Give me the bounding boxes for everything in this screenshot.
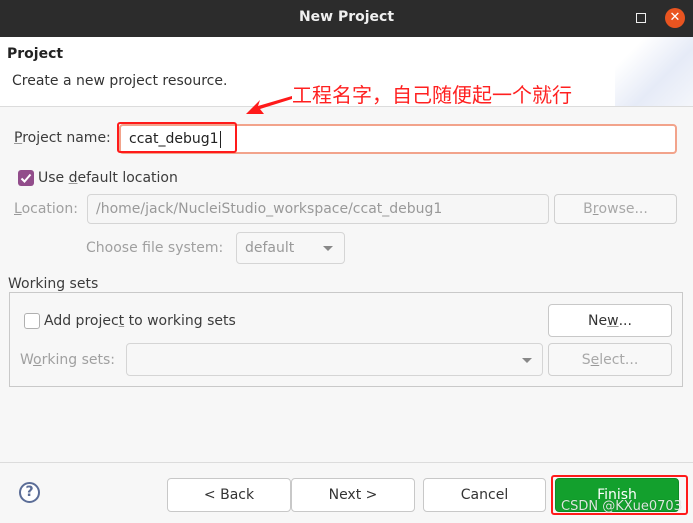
page-description: Create a new project resource. [12,73,228,89]
location-label: Location: [14,201,78,217]
project-name-label: Project name: [14,130,111,146]
cancel-button[interactable]: Cancel [423,478,546,512]
add-to-working-sets-label[interactable]: Add project to working sets [44,313,236,329]
use-default-location-label[interactable]: Use default location [38,170,178,186]
working-sets-select[interactable] [126,343,543,376]
select-working-sets-button[interactable]: Se lect... [548,343,672,376]
help-button[interactable]: ? [19,482,40,503]
checkmark-icon [20,173,32,183]
footer-separator [0,462,693,463]
new-working-set-button[interactable]: Ne w... [548,304,672,337]
window-title: New Project [298,9,395,25]
annotation-arrow-icon [246,96,292,114]
next-button[interactable]: Next > [291,478,415,512]
working-sets-group-label: Working sets [8,276,101,292]
add-to-working-sets-checkbox[interactable] [24,313,40,329]
close-button[interactable]: ✕ [665,8,685,28]
page-title: Project [7,46,64,62]
project-name-value: ccat_debug1 [129,131,219,147]
text-cursor [219,130,221,148]
watermark: CSDN @KXue0703 [561,499,682,514]
file-system-select[interactable]: default [236,232,345,264]
chevron-down-icon [522,358,532,363]
location-value: /home/jack/NucleiStudio_workspace/ccat_d… [96,201,443,217]
working-sets-label: Working sets: [20,352,115,368]
project-name-input[interactable]: ccat_debug1 [119,124,677,154]
back-button[interactable]: < Back [167,478,291,512]
use-default-location-checkbox[interactable] [18,170,34,186]
header-banner [615,37,693,106]
close-icon: ✕ [669,10,681,25]
help-icon: ? [25,484,34,500]
annotation-text: 工程名字，自己随便起一个就行 [292,83,572,107]
maximize-icon[interactable] [636,13,646,23]
browse-button[interactable]: Br owse... [554,194,677,224]
file-system-value: default [245,240,295,256]
chevron-down-icon [323,246,333,251]
title-bar: New Project ✕ [0,0,693,37]
file-system-label: Choose file system: [86,240,224,256]
location-input[interactable]: /home/jack/NucleiStudio_workspace/ccat_d… [87,194,549,224]
